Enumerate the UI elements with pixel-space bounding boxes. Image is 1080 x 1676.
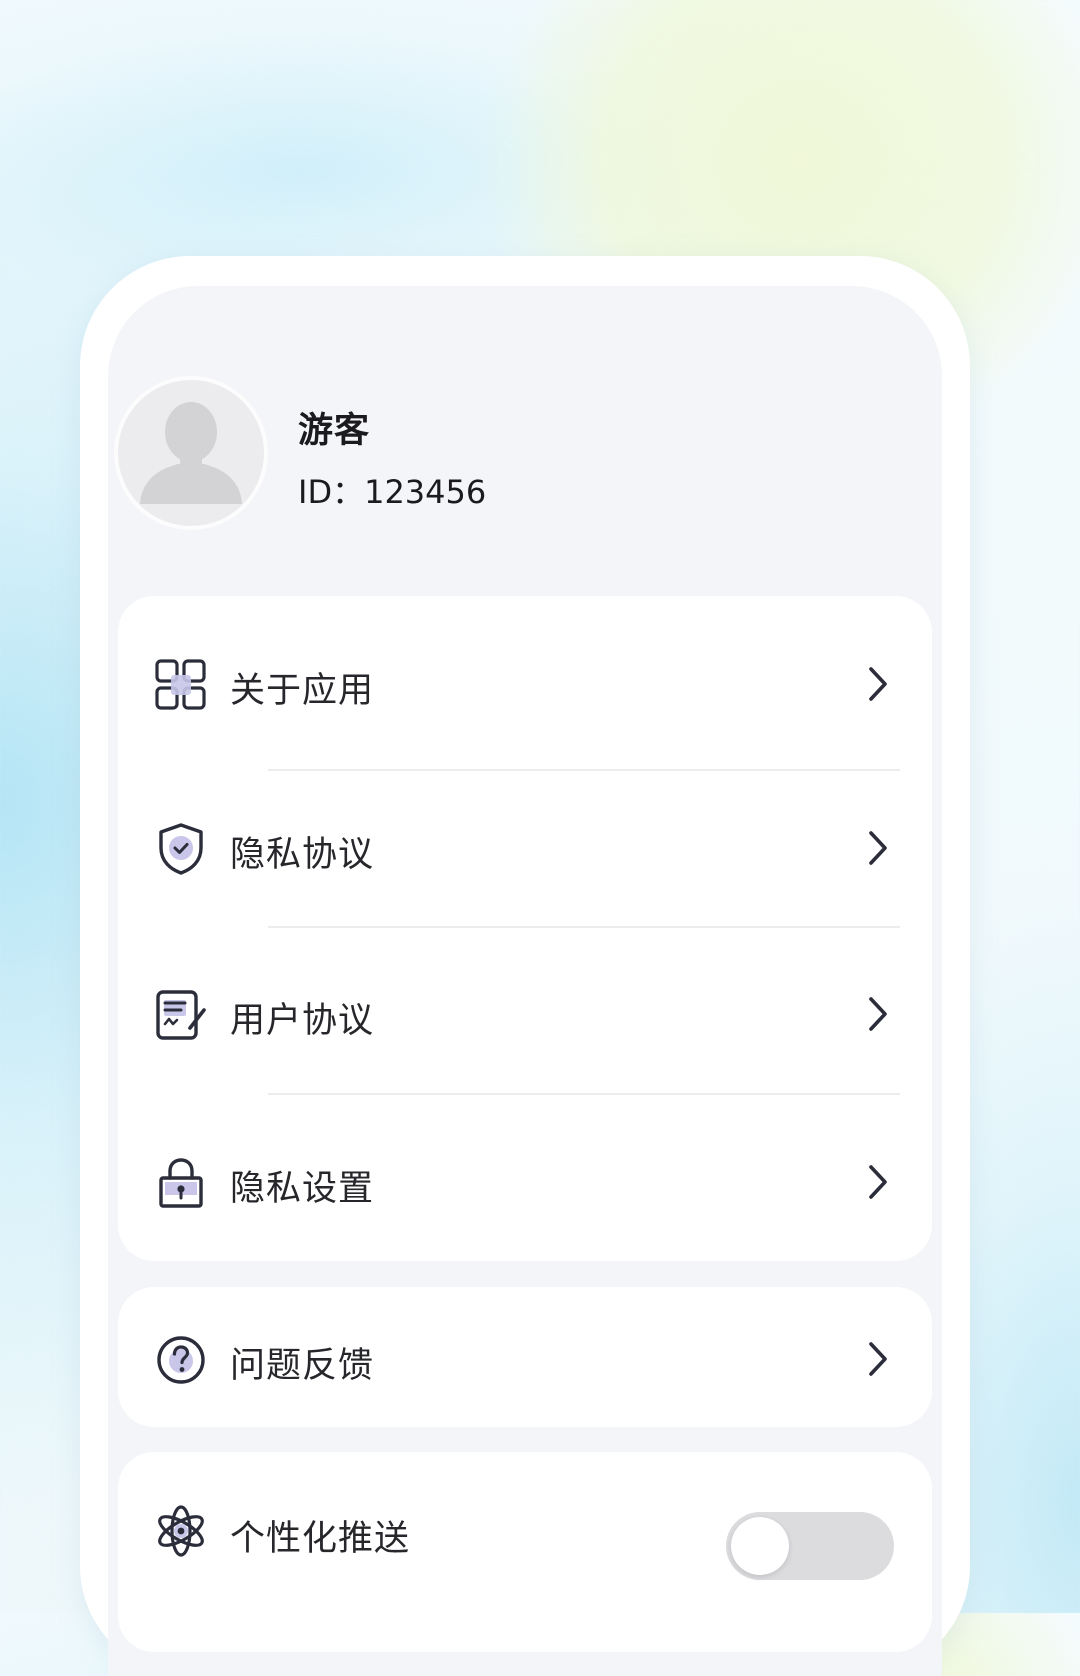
divider — [268, 1093, 900, 1095]
menu-item-about-app[interactable]: 关于应用 — [118, 634, 932, 734]
menu-item-label: 隐私协议 — [230, 835, 375, 875]
atom-icon — [154, 1504, 208, 1558]
question-circle-icon — [154, 1333, 208, 1387]
menu-item-user-agreement[interactable]: 用户协议 — [118, 964, 932, 1064]
chevron-right-icon — [862, 664, 892, 704]
lock-icon — [154, 1156, 208, 1210]
chevron-right-icon — [862, 828, 892, 868]
personalized-push-toggle[interactable] — [726, 1512, 894, 1580]
document-sign-icon — [154, 988, 208, 1042]
toggle-knob — [731, 1517, 789, 1575]
menu-item-label: 关于应用 — [230, 671, 375, 711]
user-name: 游客 — [298, 411, 371, 451]
menu-item-privacy-settings[interactable]: 隐私设置 — [118, 1132, 932, 1232]
menu-item-feedback[interactable]: 问题反馈 — [118, 1309, 932, 1409]
menu-item-label: 个性化推送 — [230, 1519, 411, 1559]
menu-item-personalized-push: 个性化推送 — [118, 1474, 932, 1604]
chevron-right-icon — [862, 994, 892, 1034]
menu-item-privacy-policy[interactable]: 隐私协议 — [118, 798, 932, 898]
menu-item-label: 问题反馈 — [230, 1346, 375, 1386]
shield-check-icon — [154, 822, 208, 876]
menu-item-label: 用户协议 — [230, 1001, 375, 1041]
default-avatar-icon — [140, 402, 242, 504]
settings-card-feedback: 问题反馈 — [118, 1287, 932, 1427]
avatar[interactable] — [118, 380, 264, 526]
user-id: ID：123456 — [298, 473, 487, 511]
apps-grid-icon — [154, 658, 208, 712]
divider — [268, 926, 900, 928]
divider — [268, 769, 900, 771]
chevron-right-icon — [862, 1162, 892, 1202]
menu-item-label: 隐私设置 — [230, 1169, 375, 1209]
settings-card-push: 个性化推送 — [118, 1452, 932, 1652]
chevron-right-icon — [862, 1339, 892, 1379]
settings-card-main: 关于应用 隐私协议 用户协议 隐私设置 — [118, 596, 932, 1261]
